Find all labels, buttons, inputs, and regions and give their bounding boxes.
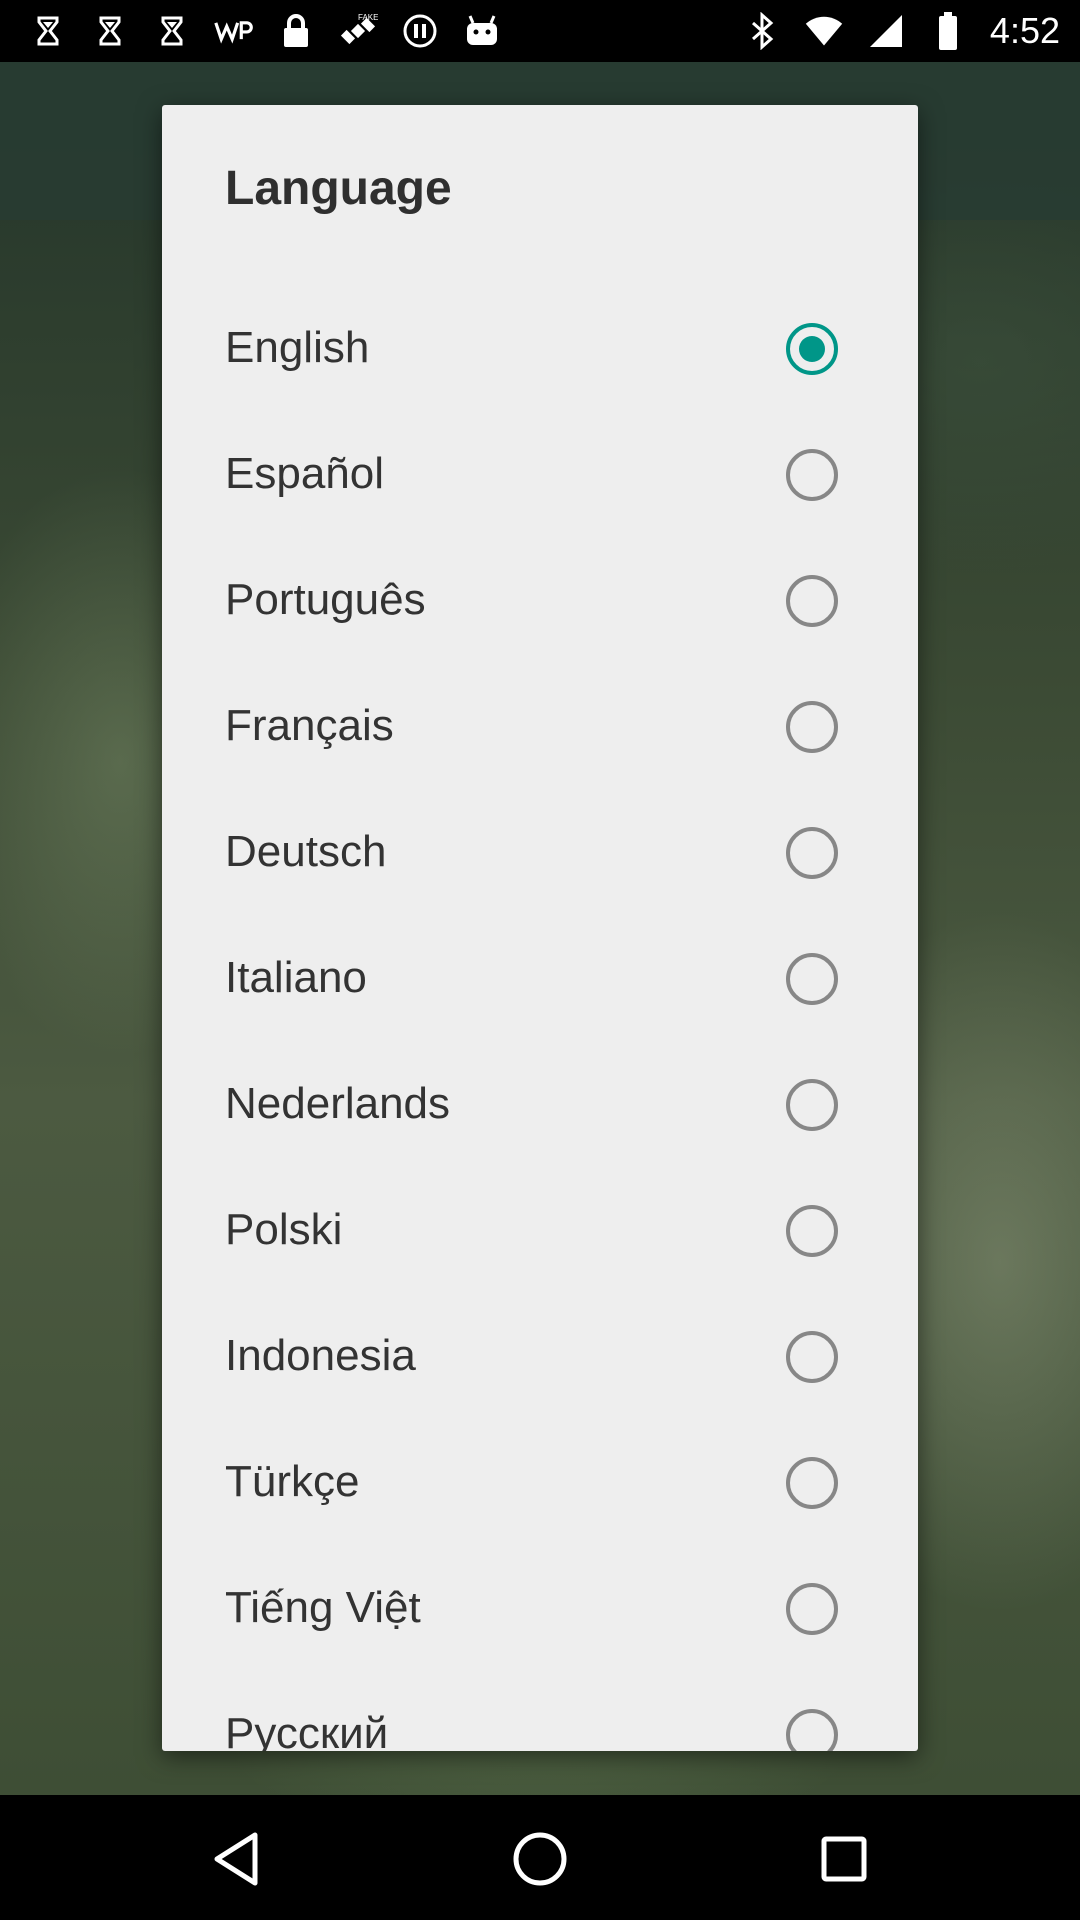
language-option-label: Português <box>225 575 426 624</box>
radio-button-checked[interactable] <box>786 323 838 375</box>
circle-pause-icon <box>400 11 440 51</box>
language-option-label: Tiếng Việt <box>225 1583 421 1632</box>
radio-button[interactable] <box>786 575 838 627</box>
navigation-bar <box>0 1795 1080 1920</box>
back-icon[interactable] <box>205 1827 269 1891</box>
language-option-francais[interactable]: Français <box>162 663 918 789</box>
language-option-label: Türkçe <box>225 1457 360 1506</box>
notification-icons: FAKE <box>28 0 502 62</box>
recents-icon[interactable] <box>812 1827 876 1891</box>
status-time: 4:52 <box>989 10 1060 51</box>
language-option-label: English <box>225 323 370 372</box>
hourglass-icon <box>28 11 68 51</box>
language-option-label: Español <box>225 449 385 498</box>
language-option-indonesia[interactable]: Indonesia <box>162 1293 918 1419</box>
system-icons: 4:52 <box>742 0 1060 62</box>
language-option-label: Indonesia <box>225 1331 416 1380</box>
battery-icon <box>928 11 968 51</box>
language-option-polski[interactable]: Polski <box>162 1167 918 1293</box>
language-dialog: Language English Español Português Franç… <box>162 105 918 1751</box>
radio-button[interactable] <box>786 1457 838 1509</box>
language-option-italiano[interactable]: Italiano <box>162 915 918 1041</box>
radio-dot <box>799 336 825 362</box>
satellite-icon: FAKE <box>338 11 378 51</box>
radio-button[interactable] <box>786 953 838 1005</box>
home-icon[interactable] <box>508 1827 572 1891</box>
hourglass-icon <box>152 11 192 51</box>
language-option-russian[interactable]: Русский <box>162 1671 918 1751</box>
fake-badge-text: FAKE <box>358 13 378 22</box>
radio-button[interactable] <box>786 1709 838 1751</box>
wp-icon <box>214 11 254 51</box>
hourglass-icon <box>90 11 130 51</box>
radio-button[interactable] <box>786 1079 838 1131</box>
lock-icon <box>276 11 316 51</box>
radio-button[interactable] <box>786 1583 838 1635</box>
language-option-label: Polski <box>225 1205 343 1254</box>
radio-button[interactable] <box>786 701 838 753</box>
radio-button[interactable] <box>786 827 838 879</box>
language-option-nederlands[interactable]: Nederlands <box>162 1041 918 1167</box>
language-option-label: Français <box>225 701 394 750</box>
language-option-tieng-viet[interactable]: Tiếng Việt <box>162 1545 918 1671</box>
language-option-english[interactable]: English <box>162 285 918 411</box>
radio-button[interactable] <box>786 1205 838 1257</box>
bluetooth-icon <box>742 11 782 51</box>
android-icon <box>462 11 502 51</box>
status-bar: FAKE 4:52 <box>0 0 1080 62</box>
wifi-icon <box>804 11 844 51</box>
language-option-label: Русский <box>225 1709 389 1751</box>
language-option-espanol[interactable]: Español <box>162 411 918 537</box>
radio-button[interactable] <box>786 449 838 501</box>
language-option-portugues[interactable]: Português <box>162 537 918 663</box>
language-option-label: Italiano <box>225 953 367 1002</box>
dialog-title: Language <box>225 162 452 215</box>
language-option-label: Deutsch <box>225 827 387 876</box>
language-option-turkce[interactable]: Türkçe <box>162 1419 918 1545</box>
language-option-deutsch[interactable]: Deutsch <box>162 789 918 915</box>
signal-icon <box>866 11 906 51</box>
language-option-label: Nederlands <box>225 1079 451 1128</box>
radio-button[interactable] <box>786 1331 838 1383</box>
